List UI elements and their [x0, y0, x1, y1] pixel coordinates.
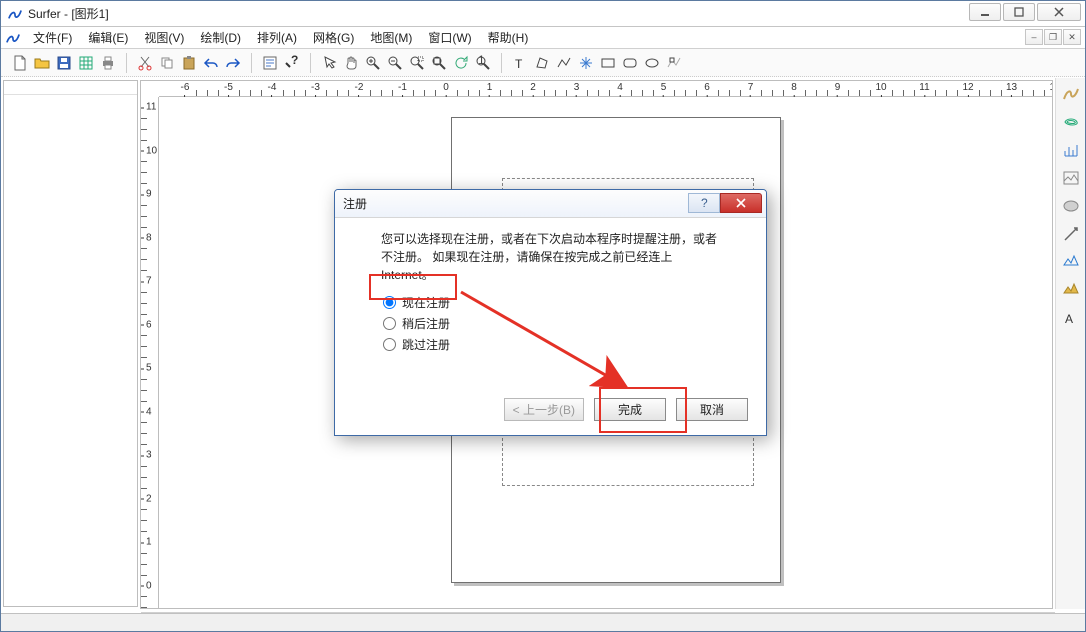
radio-register-later[interactable]: 稍后注册	[383, 315, 726, 332]
basemap-icon[interactable]	[1059, 82, 1083, 106]
vertical-ruler: 11109876543210	[141, 97, 159, 608]
radio-skip-register-label: 跳过注册	[402, 336, 450, 353]
close-button[interactable]	[1037, 3, 1081, 21]
wireframe-icon[interactable]	[1059, 250, 1083, 274]
horizontal-ruler: -6-5-4-3-2-101234567891011121314	[159, 81, 1052, 97]
finish-button[interactable]: 完成	[594, 398, 666, 421]
menu-grid[interactable]: 网格(G)	[305, 27, 362, 48]
help-icon[interactable]: ?	[281, 52, 303, 74]
cut-icon[interactable]	[134, 52, 156, 74]
ellipse-icon[interactable]	[641, 52, 663, 74]
mdi-close-button[interactable]: ✕	[1063, 29, 1081, 45]
cancel-button[interactable]: 取消	[676, 398, 748, 421]
right-toolbar: A	[1055, 78, 1085, 609]
image-icon[interactable]	[1059, 166, 1083, 190]
mdi-minimize-button[interactable]: ‒	[1025, 29, 1043, 45]
post-icon[interactable]	[1059, 138, 1083, 162]
save-icon[interactable]	[53, 52, 75, 74]
rounded-rect-icon[interactable]	[619, 52, 641, 74]
radio-register-now-input[interactable]	[383, 296, 396, 309]
svg-text:T: T	[515, 57, 523, 71]
dialog-description: 您可以选择现在注册，或者在下次启动本程序时提醒注册，或者不注册。 如果现在注册，…	[381, 230, 726, 284]
text-label-icon[interactable]: A	[1059, 306, 1083, 330]
polygon-icon[interactable]	[531, 52, 553, 74]
dialog-body: 您可以选择现在注册，或者在下次启动本程序时提醒注册，或者不注册。 如果现在注册，…	[335, 218, 766, 367]
polyline-icon[interactable]	[553, 52, 575, 74]
zoom-in-icon[interactable]	[362, 52, 384, 74]
radio-skip-register-input[interactable]	[383, 338, 396, 351]
window-title: Surfer - [图形1]	[28, 5, 109, 22]
shaded-relief-icon[interactable]	[1059, 194, 1083, 218]
back-button: < 上一步(B)	[504, 398, 584, 421]
zoom-fit-icon[interactable]	[428, 52, 450, 74]
menu-map[interactable]: 地图(M)	[362, 27, 420, 48]
menu-arrange[interactable]: 排列(A)	[249, 27, 305, 48]
surface-icon[interactable]	[1059, 278, 1083, 302]
zoom-actual-icon[interactable]: 1	[472, 52, 494, 74]
menu-window[interactable]: 窗口(W)	[420, 27, 479, 48]
menu-bar: 文件(F) 编辑(E) 视图(V) 绘制(D) 排列(A) 网格(G) 地图(M…	[1, 27, 1085, 49]
panel-header	[4, 81, 137, 95]
undo-icon[interactable]	[200, 52, 222, 74]
text-icon[interactable]: T	[509, 52, 531, 74]
radio-register-later-input[interactable]	[383, 317, 396, 330]
new-file-icon[interactable]	[9, 52, 31, 74]
zoom-rect-icon[interactable]	[406, 52, 428, 74]
radio-register-now[interactable]: 现在注册	[383, 294, 726, 311]
svg-text:A: A	[1065, 312, 1073, 326]
vector-icon[interactable]	[1059, 222, 1083, 246]
refresh-icon[interactable]	[450, 52, 472, 74]
rectangle-icon[interactable]	[597, 52, 619, 74]
pointer-icon[interactable]	[318, 52, 340, 74]
properties-icon[interactable]	[259, 52, 281, 74]
open-file-icon[interactable]	[31, 52, 53, 74]
menu-help[interactable]: 帮助(H)	[480, 27, 537, 48]
paste-icon[interactable]	[178, 52, 200, 74]
status-bar	[1, 613, 1085, 631]
dialog-close-button[interactable]	[720, 193, 762, 213]
svg-text:1: 1	[478, 55, 485, 67]
redo-icon[interactable]	[222, 52, 244, 74]
radio-register-now-label: 现在注册	[402, 294, 450, 311]
menu-view[interactable]: 视图(V)	[136, 27, 192, 48]
register-dialog: 注册 ? 您可以选择现在注册，或者在下次启动本程序时提醒注册，或者不注册。 如果…	[334, 189, 767, 436]
menu-edit[interactable]: 编辑(E)	[80, 27, 136, 48]
contour-icon[interactable]	[1059, 110, 1083, 134]
symbol-icon[interactable]	[575, 52, 597, 74]
radio-register-later-label: 稍后注册	[402, 315, 450, 332]
hand-icon[interactable]	[340, 52, 362, 74]
mdi-restore-button[interactable]: ❐	[1044, 29, 1062, 45]
svg-text:?: ?	[291, 55, 298, 67]
reshape-icon[interactable]	[663, 52, 685, 74]
maximize-button[interactable]	[1003, 3, 1035, 21]
object-manager-panel[interactable]	[3, 80, 138, 607]
dialog-help-button[interactable]: ?	[688, 193, 720, 213]
menu-draw[interactable]: 绘制(D)	[192, 27, 249, 48]
menu-file[interactable]: 文件(F)	[25, 27, 80, 48]
grid-icon[interactable]	[75, 52, 97, 74]
zoom-out-icon[interactable]	[384, 52, 406, 74]
print-icon[interactable]	[97, 52, 119, 74]
dialog-titlebar[interactable]: 注册 ?	[335, 190, 766, 218]
toolbar: ? 1 T	[1, 49, 1085, 77]
copy-icon[interactable]	[156, 52, 178, 74]
radio-skip-register[interactable]: 跳过注册	[383, 336, 726, 353]
dialog-title: 注册	[343, 195, 367, 212]
menu-app-icon	[5, 27, 21, 49]
minimize-button[interactable]	[969, 3, 1001, 21]
svg-text:?: ?	[701, 197, 708, 209]
title-bar: Surfer - [图形1]	[1, 1, 1085, 27]
app-icon	[7, 6, 23, 22]
